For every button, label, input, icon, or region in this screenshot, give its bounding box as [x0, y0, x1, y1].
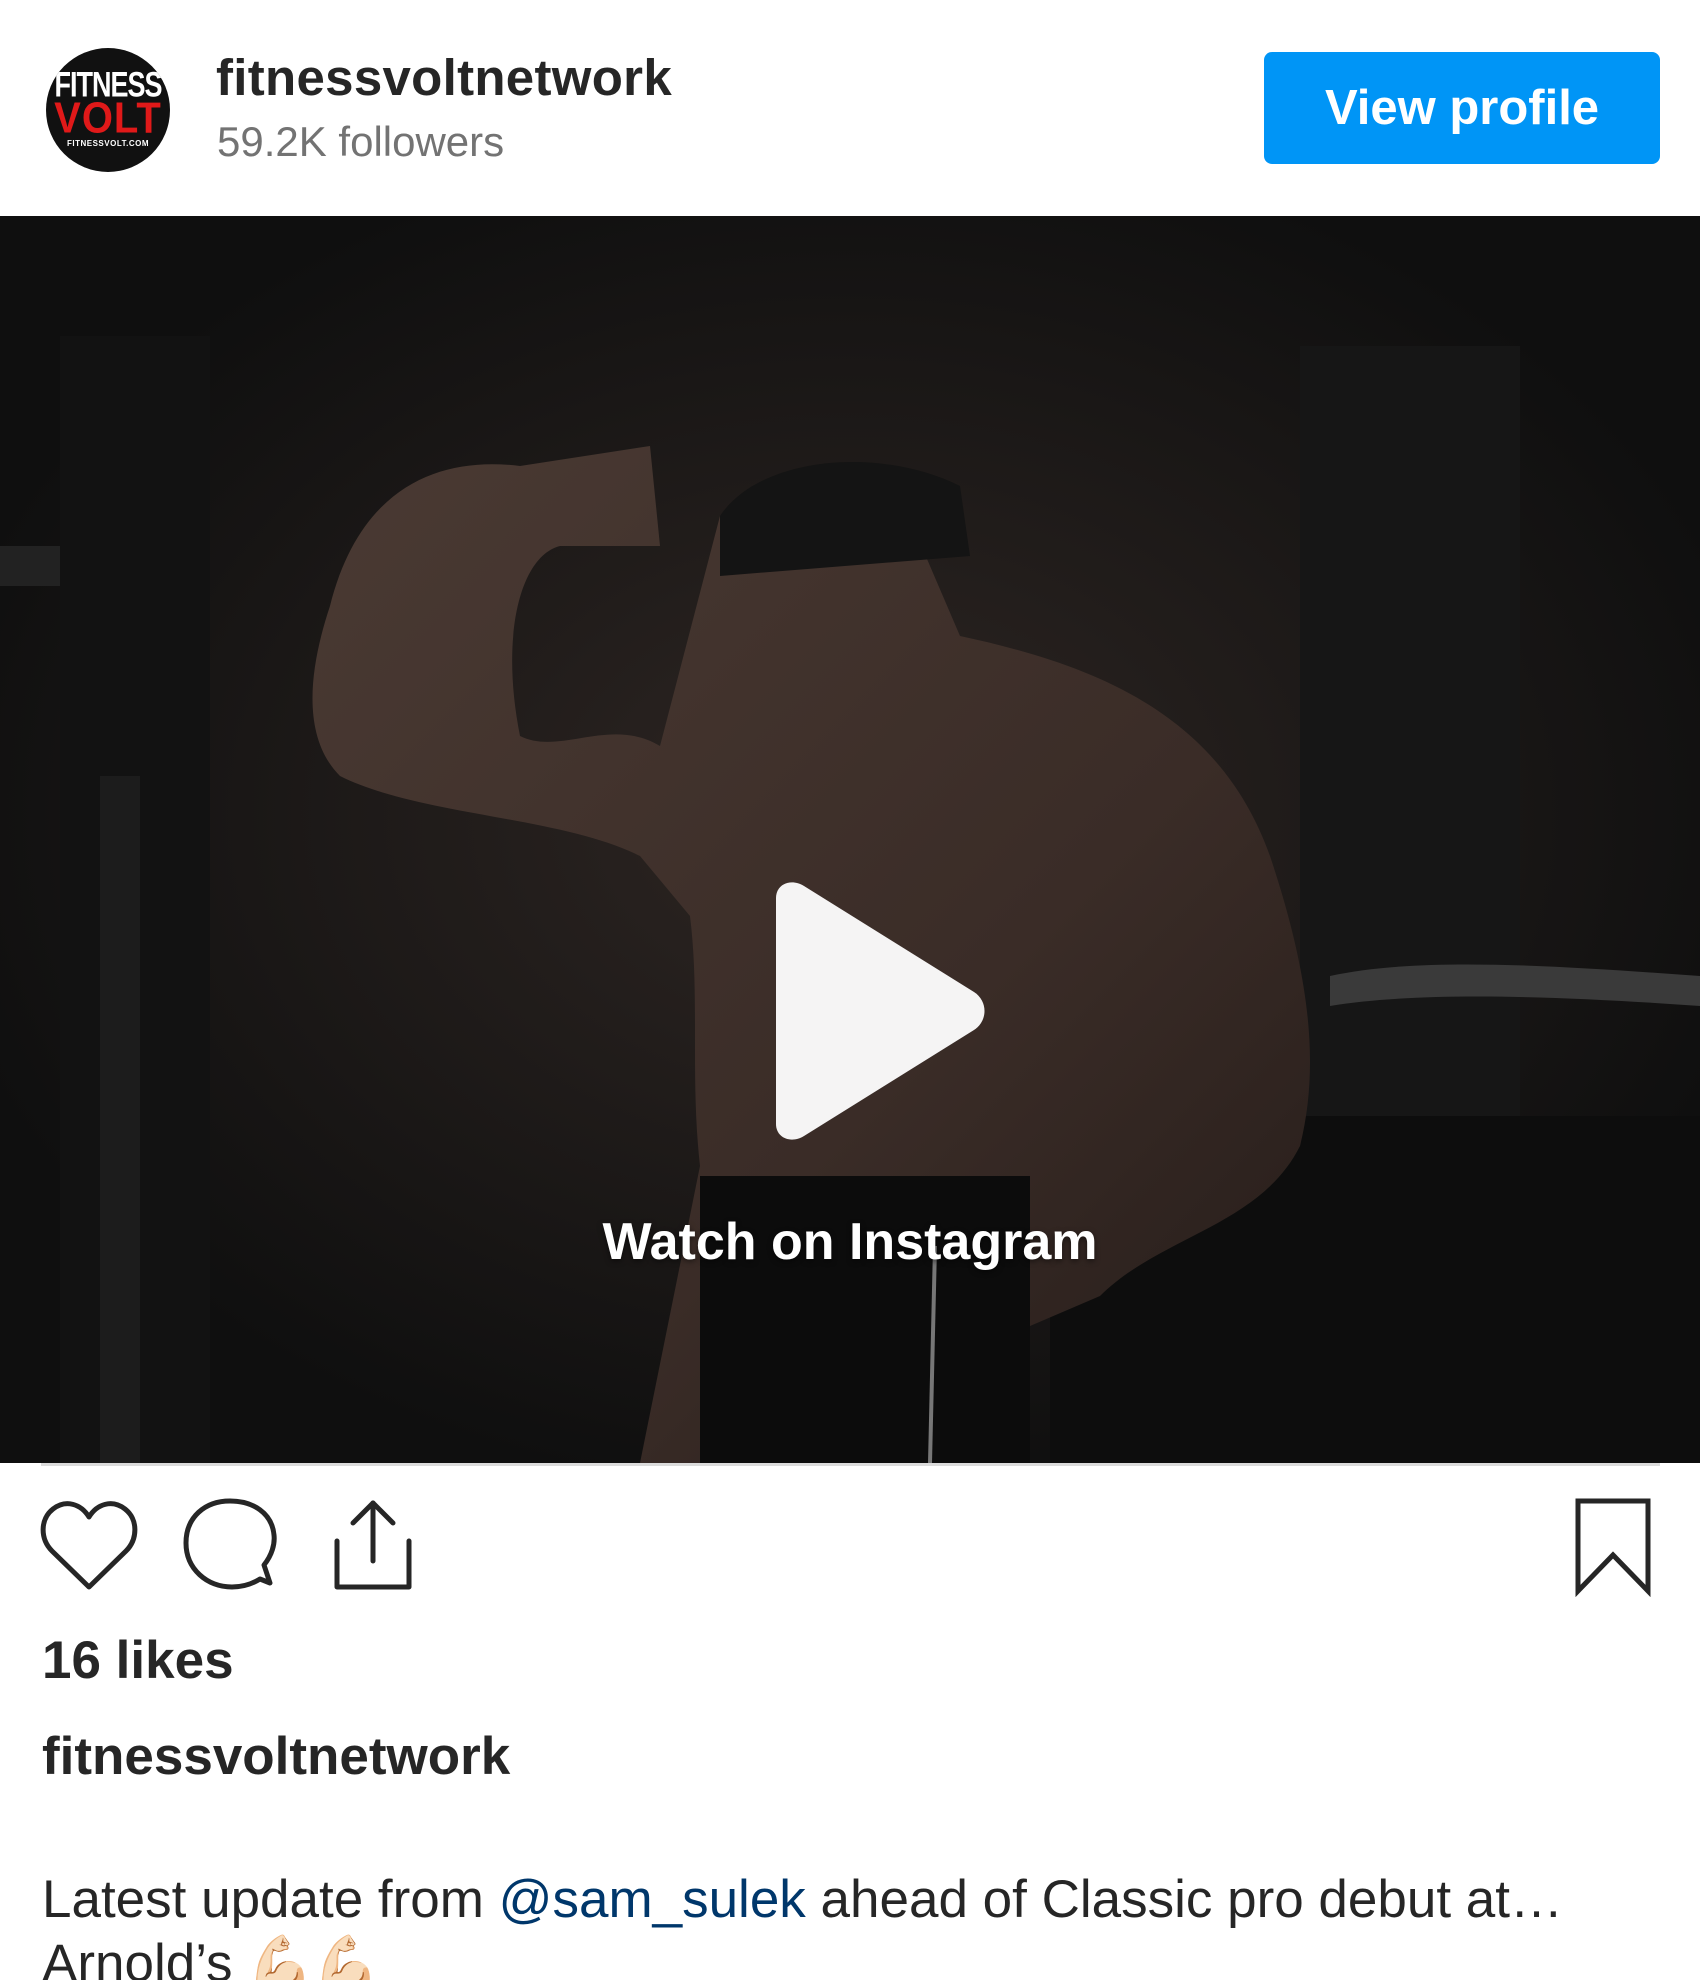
watch-on-instagram-link[interactable]: Watch on Instagram	[0, 1212, 1700, 1272]
follower-count: 59.2K followers	[217, 118, 505, 165]
heart-icon[interactable]	[38, 1497, 140, 1597]
caption-text: Latest update from	[42, 1870, 499, 1929]
caption-second-line: Arnold’s 💪🏻💪🏻	[42, 1934, 380, 1980]
profile-username[interactable]: fitnessvoltnetwork	[216, 48, 672, 107]
avatar[interactable]: FITNESS VOLT FITNESSVOLT.COM	[46, 48, 170, 172]
video-thumbnail-image	[0, 216, 1700, 1463]
video-thumbnail[interactable]: Watch on Instagram	[0, 216, 1700, 1463]
share-icon[interactable]	[325, 1497, 421, 1597]
caption-text-continued: ahead of Classic pro debut at…	[805, 1870, 1563, 1929]
instagram-embed: FITNESS VOLT FITNESSVOLT.COM fitnessvolt…	[0, 0, 1700, 1980]
avatar-logo-text-url: FITNESSVOLT.COM	[66, 139, 150, 148]
caption-mention-link[interactable]: @sam_sulek	[499, 1870, 806, 1929]
bookmark-icon[interactable]	[1570, 1497, 1656, 1597]
post-header: FITNESS VOLT FITNESSVOLT.COM fitnessvolt…	[0, 0, 1700, 216]
view-profile-button[interactable]: View profile	[1264, 52, 1660, 164]
play-icon[interactable]	[736, 880, 986, 1142]
caption-username[interactable]: fitnessvoltnetwork	[42, 1726, 510, 1787]
avatar-logo-text-main: VOLT	[54, 93, 162, 143]
comment-icon[interactable]	[180, 1497, 282, 1597]
like-count[interactable]: 16 likes	[42, 1630, 234, 1691]
divider	[41, 1463, 1660, 1466]
post-caption: Latest update from @sam_sulek ahead of C…	[42, 1868, 1662, 1980]
